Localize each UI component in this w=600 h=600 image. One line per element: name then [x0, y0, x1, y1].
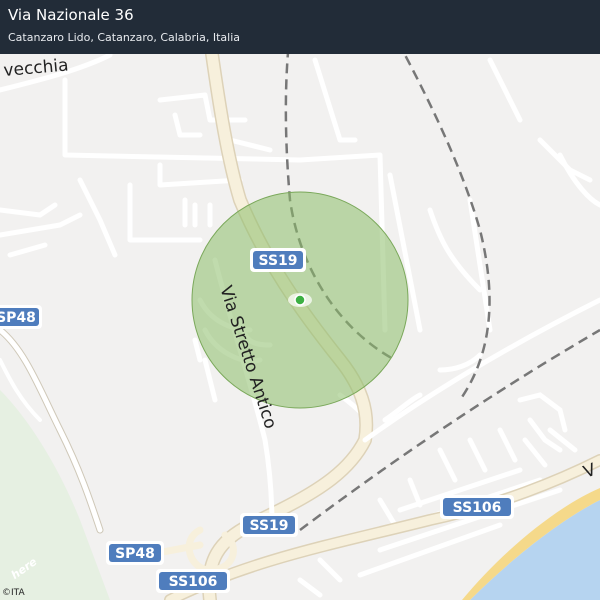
shield-ss19-bottom: SS19: [240, 513, 298, 537]
map-canvas[interactable]: vecchia Via Stretto Antico SS19 SS19 SP4…: [0, 0, 600, 600]
address-subtitle: Catanzaro Lido, Catanzaro, Calabria, Ita…: [8, 31, 240, 44]
shield-sp48-left: SP48: [0, 305, 42, 329]
svg-text:SS106: SS106: [169, 574, 218, 590]
shield-ss106-bottom: SS106: [156, 569, 230, 593]
svg-text:SP48: SP48: [115, 546, 155, 562]
svg-text:SS106: SS106: [453, 500, 502, 516]
svg-text:SS19: SS19: [258, 253, 297, 269]
shield-ss106-right: SS106: [440, 495, 514, 519]
shield-ss19-top: SS19: [250, 248, 306, 272]
svg-text:SP48: SP48: [0, 310, 36, 326]
location-header: Via Nazionale 36 Catanzaro Lido, Catanza…: [0, 0, 600, 54]
shield-sp48-bottom: SP48: [106, 541, 164, 565]
svg-text:SS19: SS19: [249, 518, 288, 534]
address-title: Via Nazionale 36: [8, 6, 134, 24]
location-dot[interactable]: [294, 294, 306, 306]
map-attribution: ©ITA: [2, 588, 25, 598]
